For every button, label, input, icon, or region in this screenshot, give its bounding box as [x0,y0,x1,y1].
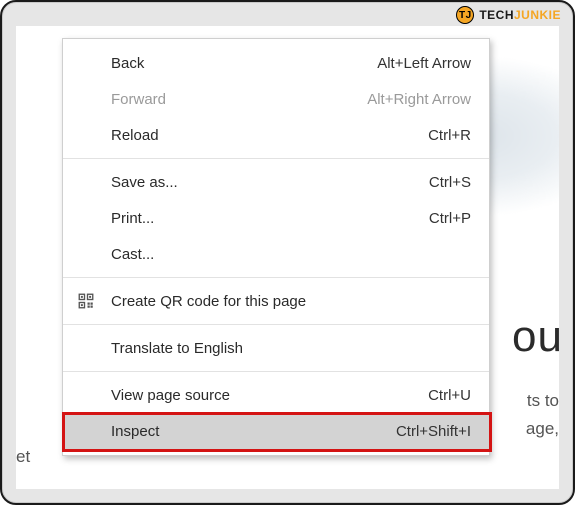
menu-item-shortcut: Ctrl+S [429,174,471,191]
menu-item-back[interactable]: BackAlt+Left Arrow [63,45,489,81]
menu-separator [63,324,489,325]
menu-item-shortcut: Ctrl+P [429,210,471,227]
watermark-text: TECHJUNKIE [479,8,561,22]
menu-item-shortcut: Ctrl+U [428,387,471,404]
menu-item-label: Inspect [111,423,396,440]
menu-item-reload[interactable]: ReloadCtrl+R [63,117,489,153]
watermark: TJ TECHJUNKIE [456,6,561,24]
menu-item-label: Cast... [111,246,471,263]
menu-item-label: Back [111,55,377,72]
menu-item-label: Reload [111,127,428,144]
menu-separator [63,158,489,159]
watermark-accent: JUNKIE [514,8,561,22]
menu-item-forward: ForwardAlt+Right Arrow [63,81,489,117]
menu-item-label: Print... [111,210,429,227]
menu-item-translate[interactable]: Translate to English [63,330,489,366]
menu-item-saveas[interactable]: Save as...Ctrl+S [63,164,489,200]
context-menu[interactable]: BackAlt+Left ArrowForwardAlt+Right Arrow… [62,38,490,456]
menu-item-source[interactable]: View page sourceCtrl+U [63,377,489,413]
menu-separator [63,371,489,372]
menu-item-label: View page source [111,387,428,404]
page-fragment-line3: et [16,444,30,470]
menu-item-shortcut: Alt+Left Arrow [377,55,471,72]
watermark-prefix: TECH [479,8,514,22]
watermark-badge-icon: TJ [456,6,474,24]
menu-item-cast[interactable]: Cast... [63,236,489,272]
menu-item-inspect[interactable]: InspectCtrl+Shift+I [63,413,489,449]
menu-item-label: Create QR code for this page [111,293,471,310]
qr-code-icon [77,292,95,310]
page-fragment-line2: age, [526,416,559,442]
menu-item-label: Translate to English [111,340,471,357]
menu-item-label: Save as... [111,174,429,191]
menu-item-shortcut: Ctrl+R [428,127,471,144]
menu-item-shortcut: Ctrl+Shift+I [396,423,471,440]
page-fragment-line1: ts to [527,388,559,414]
menu-item-print[interactable]: Print...Ctrl+P [63,200,489,236]
screenshot-frame: TJ TECHJUNKIE ou ts to age, et BackAlt+L… [0,0,575,505]
menu-item-qr[interactable]: Create QR code for this page [63,283,489,319]
menu-separator [63,277,489,278]
menu-item-label: Forward [111,91,367,108]
page-fragment-heading: ou [512,304,559,370]
menu-item-shortcut: Alt+Right Arrow [367,91,471,108]
